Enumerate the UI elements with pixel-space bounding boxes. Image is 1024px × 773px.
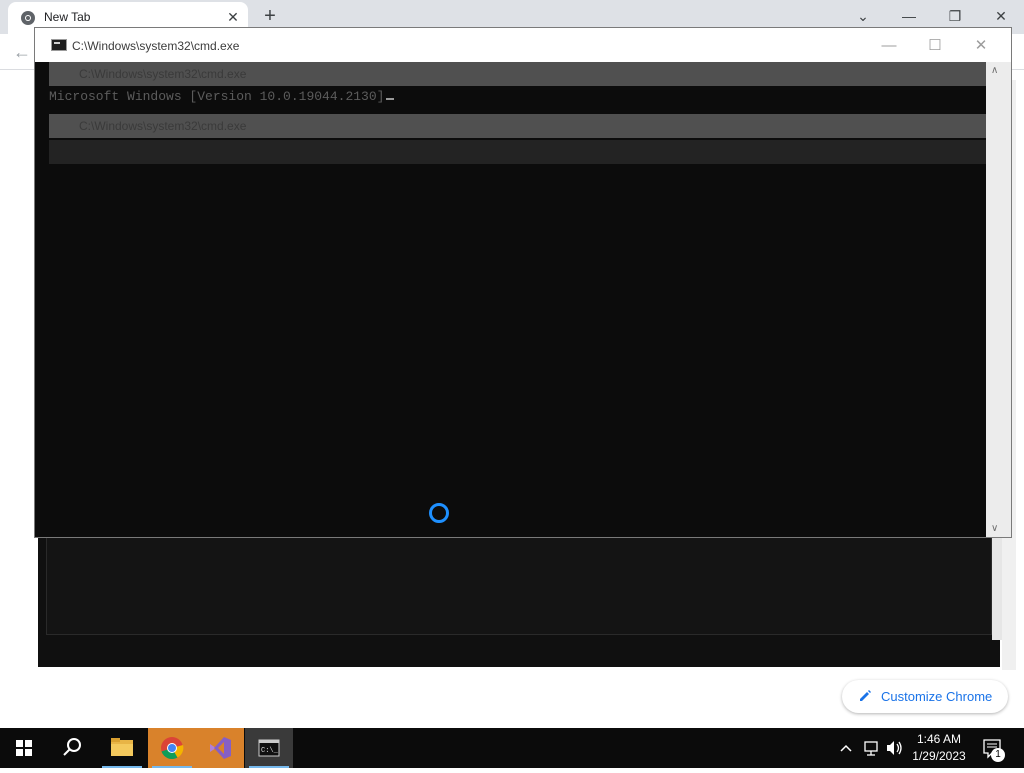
cmd-close-button[interactable]: ✕ bbox=[958, 32, 1004, 60]
ghost-cmd-window bbox=[46, 535, 992, 635]
cmd-scrollbar[interactable]: ∧ ∨ bbox=[986, 62, 1011, 537]
ghost-titlebar bbox=[49, 140, 986, 164]
minimize-button[interactable]: — bbox=[886, 2, 932, 30]
network-button[interactable] bbox=[862, 728, 880, 768]
cmd-minimize-button[interactable]: — bbox=[866, 32, 912, 60]
cmd-icon: C:\_ bbox=[258, 739, 280, 757]
file-explorer-button[interactable] bbox=[98, 728, 146, 768]
chrome-favicon-icon bbox=[21, 11, 35, 25]
volume-button[interactable] bbox=[884, 728, 904, 768]
console-output-line: Microsoft Windows [Version 10.0.19044.21… bbox=[49, 89, 395, 104]
cmd-taskbar-button[interactable]: C:\_ bbox=[245, 728, 293, 768]
cmd-window: C:\Windows\system32\cmd.exe — ☐ ✕ C:\Win… bbox=[34, 27, 1012, 538]
volume-icon bbox=[887, 741, 902, 755]
close-button[interactable]: ✕ bbox=[978, 2, 1024, 30]
start-button[interactable] bbox=[0, 728, 48, 768]
svg-text:C:\_: C:\_ bbox=[261, 747, 279, 755]
chrome-taskbar-button[interactable] bbox=[148, 728, 196, 768]
new-tab-button[interactable]: + bbox=[258, 4, 282, 28]
taskbar: C:\_ 1:46 AM 1/29/2023 bbox=[0, 728, 1024, 768]
cmd-titlebar[interactable]: C:\Windows\system32\cmd.exe — ☐ ✕ bbox=[35, 28, 1011, 62]
visual-studio-icon bbox=[210, 737, 231, 759]
cmd-console[interactable]: C:\Windows\system32\cmd.exe C:\Windows\s… bbox=[35, 62, 986, 537]
cmd-maximize-button[interactable]: ☐ bbox=[912, 32, 958, 60]
chrome-icon bbox=[161, 737, 184, 760]
pencil-icon bbox=[860, 690, 871, 701]
busy-cursor-icon bbox=[429, 503, 449, 523]
network-icon bbox=[864, 741, 878, 756]
restore-button[interactable]: ❐ bbox=[932, 2, 978, 30]
ghost-titlebar: C:\Windows\system32\cmd.exe bbox=[49, 62, 986, 86]
ghost-title: C:\Windows\system32\cmd.exe bbox=[79, 67, 247, 81]
visual-studio-taskbar-button[interactable] bbox=[196, 728, 244, 768]
tab-close-icon[interactable]: ✕ bbox=[224, 8, 242, 26]
folder-icon bbox=[111, 738, 133, 756]
ghost-title: C:\Windows\system32\cmd.exe bbox=[79, 119, 247, 133]
notification-icon bbox=[983, 739, 1001, 759]
chevron-up-icon bbox=[840, 744, 852, 752]
windows-logo-icon bbox=[16, 740, 32, 756]
text-cursor bbox=[386, 98, 395, 100]
cmd-icon bbox=[51, 39, 67, 51]
clock-time[interactable]: 1:46 AM bbox=[913, 732, 965, 746]
action-center-button[interactable] bbox=[980, 728, 1006, 768]
ghost-scrollbar bbox=[992, 535, 1002, 640]
customize-chrome-label: Customize Chrome bbox=[881, 689, 993, 704]
search-button[interactable] bbox=[48, 728, 96, 768]
scroll-down-icon[interactable]: ∨ bbox=[991, 523, 998, 534]
tab-title: New Tab bbox=[44, 10, 91, 24]
customize-chrome-button[interactable]: Customize Chrome bbox=[842, 680, 1008, 713]
show-hidden-icons-button[interactable] bbox=[838, 728, 854, 768]
cmd-title: C:\Windows\system32\cmd.exe bbox=[72, 39, 240, 53]
scroll-up-icon[interactable]: ∧ bbox=[991, 65, 998, 76]
tab-search-icon[interactable]: ⌄ bbox=[840, 2, 886, 30]
notification-count-badge: 1 bbox=[991, 748, 1005, 762]
back-arrow-icon[interactable]: ← bbox=[10, 40, 34, 64]
search-icon bbox=[63, 738, 81, 756]
console-output-text: Microsoft Windows [Version 10.0.19044.21… bbox=[49, 89, 385, 104]
clock-date[interactable]: 1/29/2023 bbox=[908, 749, 970, 763]
ghost-titlebar: C:\Windows\system32\cmd.exe bbox=[49, 114, 986, 138]
